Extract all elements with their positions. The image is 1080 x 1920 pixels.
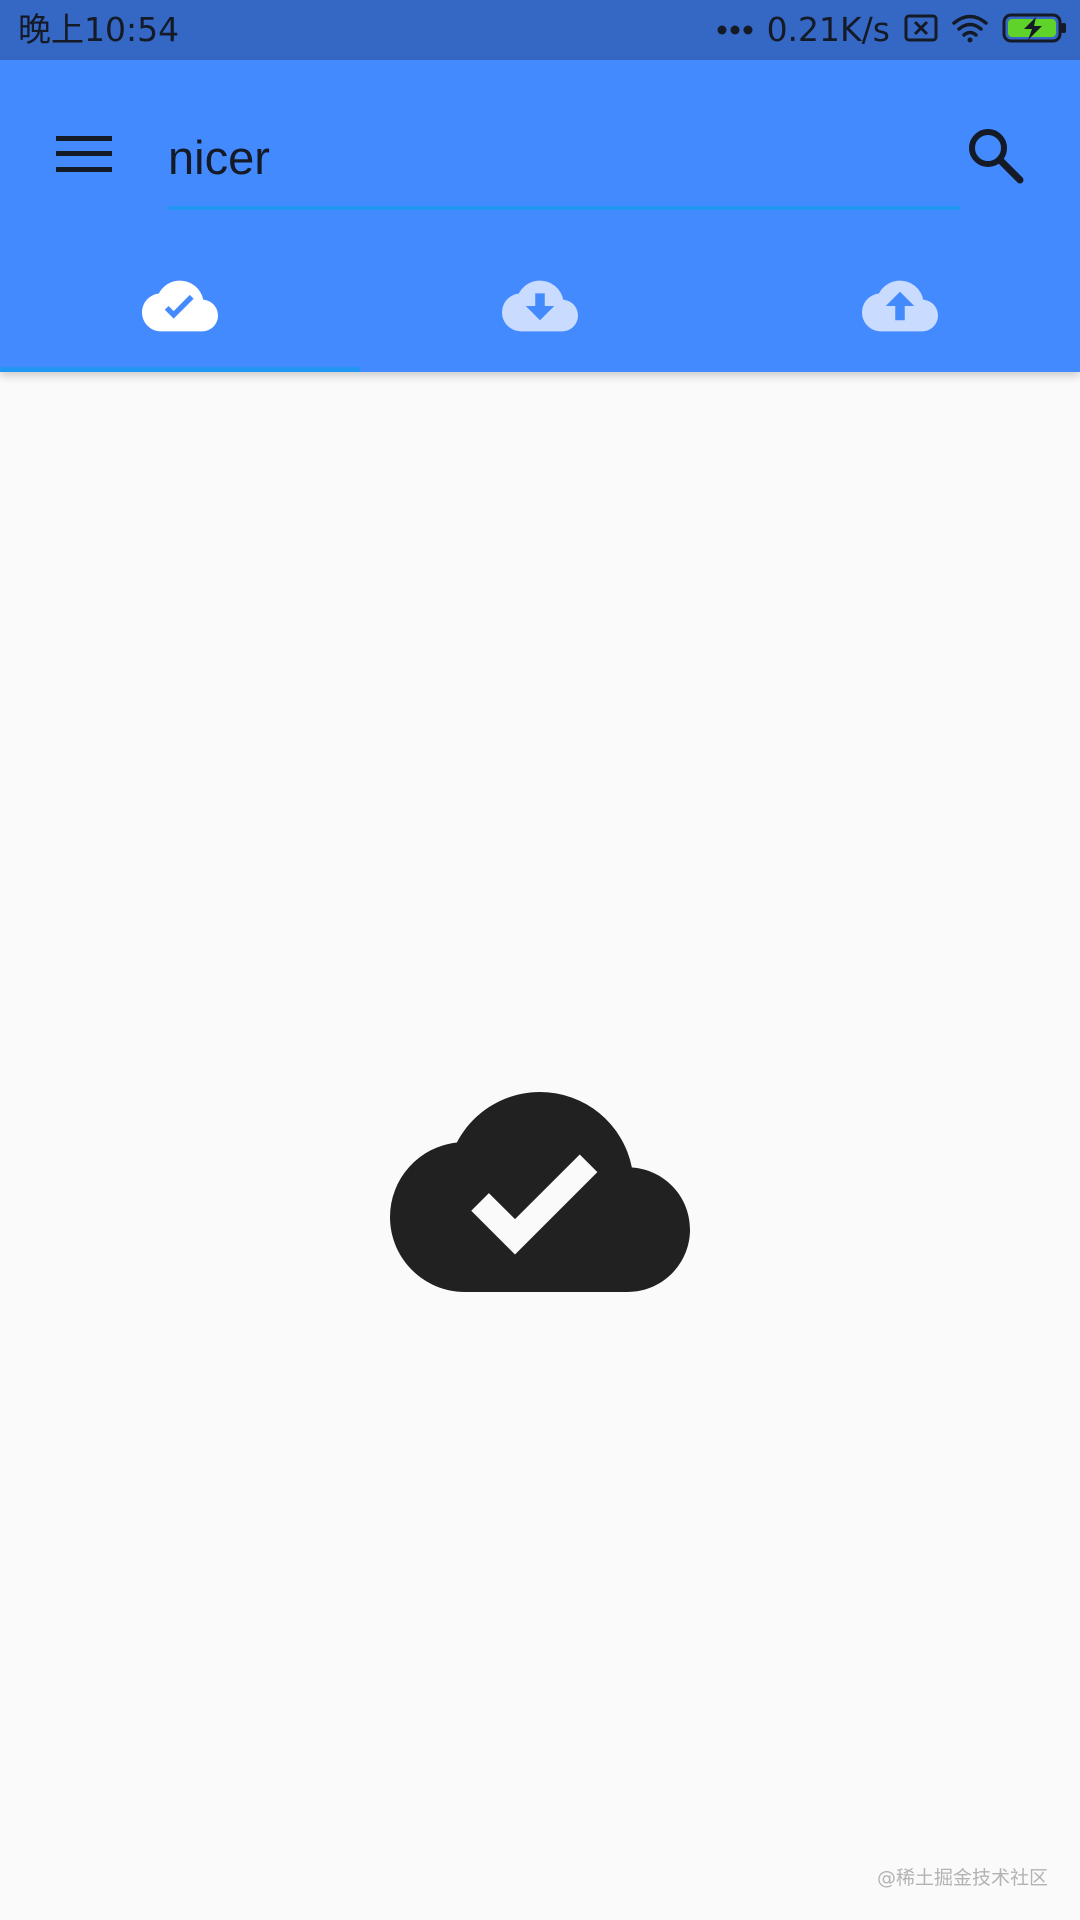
tab-cloud-upload[interactable] [720,240,1080,372]
tab-content: @稀土掘金技术社区 [0,372,1080,1920]
tab-cloud-download[interactable] [360,240,720,372]
app-bar: nicer [0,60,1080,372]
battery-charging-icon [1002,13,1068,47]
menu-button[interactable] [40,110,128,198]
search-button[interactable] [950,110,1040,200]
hamburger-menu-icon [56,136,112,172]
search-input[interactable]: nicer [168,118,270,198]
status-bar: 晚上10:54 0.21K/s [0,0,1080,60]
more-dots-icon [717,21,753,40]
sim-x-icon [904,14,938,46]
network-speed: 0.21K/s [766,10,890,49]
tab-cloud-done[interactable] [0,240,360,372]
cloud-done-icon [142,280,218,332]
cloud-download-icon [502,280,578,332]
status-time: 晚上10:54 [18,10,180,49]
search-icon [969,129,1024,184]
status-icons: 0.21K/s [703,8,1068,52]
watermark: @稀土掘金技术社区 [876,1867,1048,1889]
search-underline [168,206,960,210]
cloud-done-icon [390,1092,690,1292]
search-field[interactable]: nicer [168,112,960,210]
tab-bar [0,240,1080,372]
cloud-upload-icon [862,280,938,332]
wifi-icon [952,13,988,47]
